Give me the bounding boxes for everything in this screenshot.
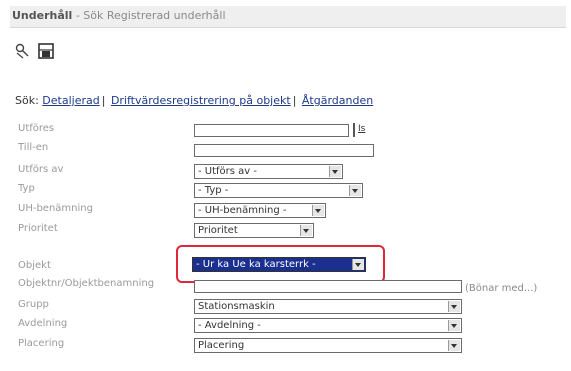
chevron-down-icon [312, 205, 324, 216]
utforsav-label: Utförs av [18, 164, 64, 175]
nav-prefix: Sök: [15, 94, 39, 107]
grupp-label: Grupp [18, 299, 49, 310]
grupp-select[interactable]: Stationsmaskin [194, 299, 462, 314]
typ-label: Typ [18, 183, 35, 194]
avdelning-label: Avdelning [18, 318, 68, 329]
chevron-down-icon [349, 185, 361, 196]
objektnr-input[interactable] [194, 280, 462, 293]
chevron-down-icon [300, 225, 312, 236]
prioritet-select[interactable]: Prioritet [194, 223, 314, 238]
tillen-input[interactable] [194, 144, 374, 157]
uhbenamning-select[interactable]: - UH-benämning - [194, 203, 326, 218]
tillen-label: Till-en [18, 142, 49, 153]
objektnr-label: Objektnr/Objektbenamning [18, 278, 155, 289]
search-tool-icon[interactable] [14, 42, 32, 60]
uhbenamning-label: UH-benämning [18, 203, 93, 214]
avdelning-select-value: - Avdelning - [198, 320, 261, 331]
avdelning-select[interactable]: - Avdelning - [194, 318, 462, 333]
placering-select-value: Placering [198, 340, 245, 351]
grupp-select-value: Stationsmaskin [198, 301, 275, 312]
highlight-frame [176, 245, 385, 283]
chevron-down-icon [448, 320, 460, 331]
objekt-label: Objekt [18, 260, 51, 271]
browse-link[interactable]: (Bönar med...) [465, 283, 537, 294]
nav-link-atgardanden[interactable]: Åtgärdanden [302, 94, 373, 107]
chevron-down-icon [329, 166, 341, 177]
utforsav-select[interactable]: - Utförs av - [194, 164, 343, 179]
search-nav: Sök: Detaljerad | Driftvärdesregistrering… [15, 94, 374, 107]
page-title-bar: Underhåll - Sök Registrerad underhåll [10, 6, 566, 28]
placering-label: Placering [18, 338, 65, 349]
utfores-label: Utföres [18, 123, 55, 134]
date-picker-label: Is [358, 124, 366, 134]
nav-link-detaljerad[interactable]: Detaljerad [42, 94, 99, 107]
typ-select-value: - Typ - [198, 185, 229, 196]
page-title: Underhåll [12, 9, 73, 22]
placering-select[interactable]: Placering [194, 338, 462, 353]
utforsav-select-value: - Utförs av - [198, 166, 257, 177]
typ-select[interactable]: - Typ - [194, 183, 363, 198]
utfores-input[interactable] [194, 124, 349, 137]
prioritet-select-value: Prioritet [198, 225, 238, 236]
nav-link-driftvarde[interactable]: Driftvärdesregistrering på objekt [111, 94, 291, 107]
date-picker-button[interactable]: Is [353, 123, 370, 137]
chevron-down-icon [448, 301, 460, 312]
uhbenamning-select-value: - UH-benämning - [198, 205, 287, 216]
page-subtitle: - Sök Registrerad underhåll [72, 9, 226, 22]
save-icon[interactable] [37, 42, 55, 60]
chevron-down-icon [448, 340, 460, 351]
prioritet-label: Prioritet [18, 223, 58, 234]
